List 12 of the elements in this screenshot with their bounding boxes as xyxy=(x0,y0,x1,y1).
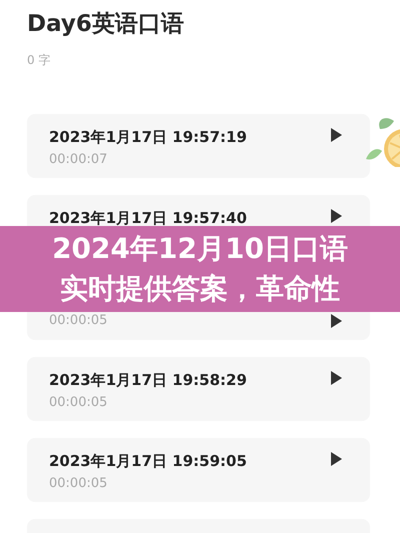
recording-duration: 00:00:05 xyxy=(49,395,108,411)
overlay-headline: 实时提供答案，革命性 xyxy=(60,271,340,307)
recording-duration: 00:00:05 xyxy=(49,476,108,492)
note-title: Day6英语口语 xyxy=(27,10,184,38)
recording-duration: 00:00:05 xyxy=(49,313,108,329)
word-count: 0 字 xyxy=(27,52,50,69)
recording-duration: 00:00:07 xyxy=(49,152,108,168)
recording-time: 2023年1月17日 19:58:29 xyxy=(49,371,247,389)
overlay-headline: 2024年12月10日口语 xyxy=(52,231,348,267)
recording-time: 2023年1月17日 19:59:05 xyxy=(49,452,247,470)
recording-time: 2023年1月17日 19:57:19 xyxy=(49,128,247,146)
recording-time: 2023年1月17日 19:57:40 xyxy=(49,209,247,227)
